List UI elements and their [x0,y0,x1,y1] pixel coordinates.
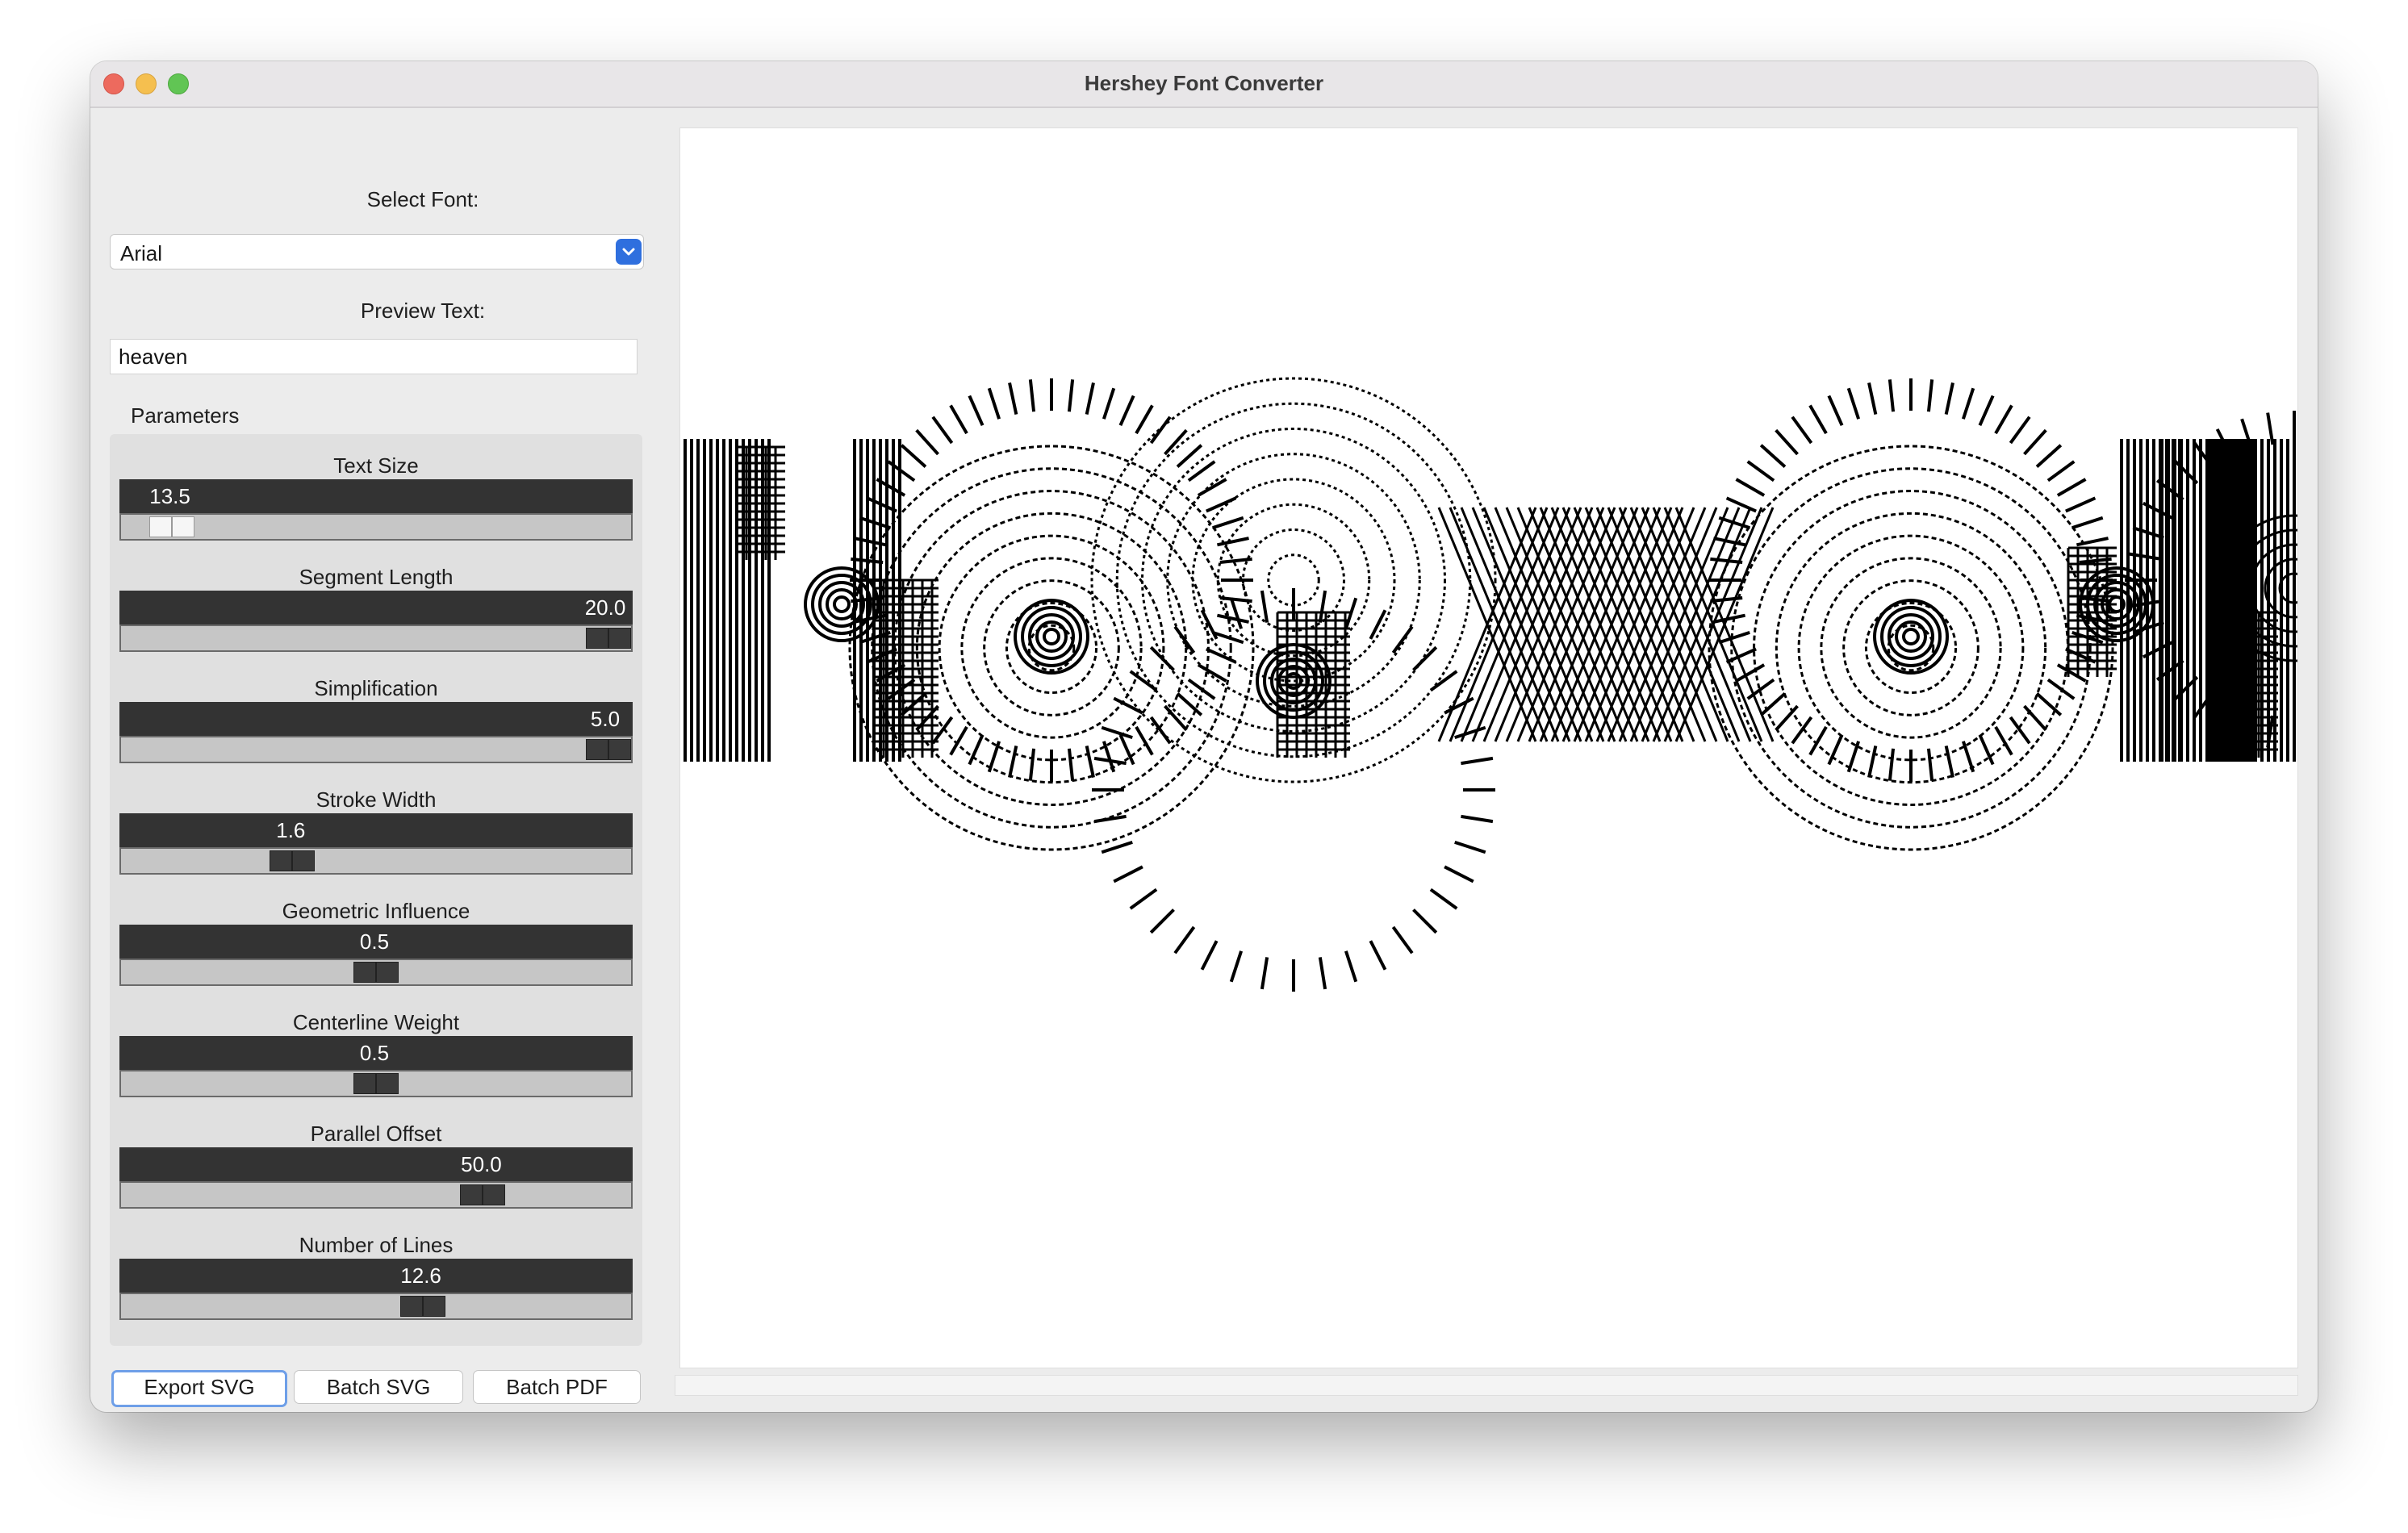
batch-pdf-button[interactable]: Batch PDF [473,1370,641,1404]
slider-thumb[interactable] [586,739,631,760]
app-window: Hershey Font Converter Select Font: Aria… [90,61,2318,1412]
param-value-bar: 12.6 [119,1259,633,1293]
slider-thumb[interactable] [586,628,631,649]
slider-track[interactable] [119,1181,633,1209]
param-simplification: Simplification 5.0 [119,657,633,763]
param-value: 50.0 [461,1152,502,1176]
font-select-value: Arial [120,241,163,265]
preview-canvas [679,127,2298,1368]
param-label: Segment Length [299,565,454,589]
param-label: Geometric Influence [282,899,470,923]
sidebar: Select Font: Arial Preview Text: heaven … [110,107,736,1412]
parameters-panel: Text Size 13.5 Segment Length 20.0 Simpl [110,434,642,1346]
param-value-bar: 50.0 [119,1147,633,1181]
param-value: 5.0 [590,707,621,731]
parameters-title: Parameters [131,403,240,428]
param-stroke-width: Stroke Width 1.6 [119,768,633,875]
param-value: 0.5 [359,1041,390,1065]
slider-thumb[interactable] [353,1073,399,1094]
param-number-of-lines: Number of Lines 12.6 [119,1213,633,1320]
font-label: Select Font: [366,187,479,211]
export-svg-button[interactable]: Export SVG [111,1370,287,1407]
slider-thumb[interactable] [148,516,194,537]
slider-thumb[interactable] [399,1296,445,1317]
param-parallel-offset: Parallel Offset 50.0 [119,1102,633,1209]
slider-track[interactable] [119,847,633,875]
hershey-preview-art [684,377,2297,992]
param-value-bar: 13.5 [119,479,633,513]
param-value: 1.6 [276,818,306,842]
param-centerline-weight: Centerline Weight 0.5 [119,991,633,1097]
param-value: 20.0 [584,595,626,620]
param-value-bar: 1.6 [119,813,633,847]
param-label: Stroke Width [316,787,437,812]
param-value: 12.6 [400,1264,441,1288]
param-value: 13.5 [149,484,190,508]
slider-track[interactable] [119,624,633,652]
window-title: Hershey Font Converter [1084,71,1324,95]
slider-thumb[interactable] [460,1184,506,1205]
preview-text-input[interactable]: heaven [110,339,638,374]
slider-track[interactable] [119,736,633,763]
slider-track[interactable] [119,1070,633,1097]
param-geometric-influence: Geometric Influence 0.5 [119,879,633,986]
param-segment-length: Segment Length 20.0 [119,545,633,652]
preview-text-label: Preview Text: [360,299,486,323]
param-label: Number of Lines [299,1233,454,1257]
slider-track[interactable] [119,959,633,986]
param-text-size: Text Size 13.5 [119,434,633,541]
param-value-bar: 0.5 [119,925,633,959]
font-select[interactable]: Arial [110,234,644,269]
param-label: Parallel Offset [310,1122,442,1146]
param-label: Centerline Weight [292,1010,460,1034]
param-label: Text Size [333,453,419,478]
param-label: Simplification [314,676,438,700]
slider-thumb[interactable] [353,962,399,983]
batch-svg-button[interactable]: Batch SVG [294,1370,463,1404]
param-value: 0.5 [359,929,390,954]
chevron-down-icon[interactable] [616,239,642,265]
slider-track[interactable] [119,1293,633,1320]
title-bar: Hershey Font Converter [90,61,2318,108]
param-value-bar: 20.0 [119,591,633,624]
param-value-bar: 5.0 [119,702,633,736]
horizontal-scrollbar[interactable] [675,1375,2298,1396]
param-value-bar: 0.5 [119,1036,633,1070]
slider-thumb[interactable] [270,850,316,871]
slider-track[interactable] [119,513,633,541]
